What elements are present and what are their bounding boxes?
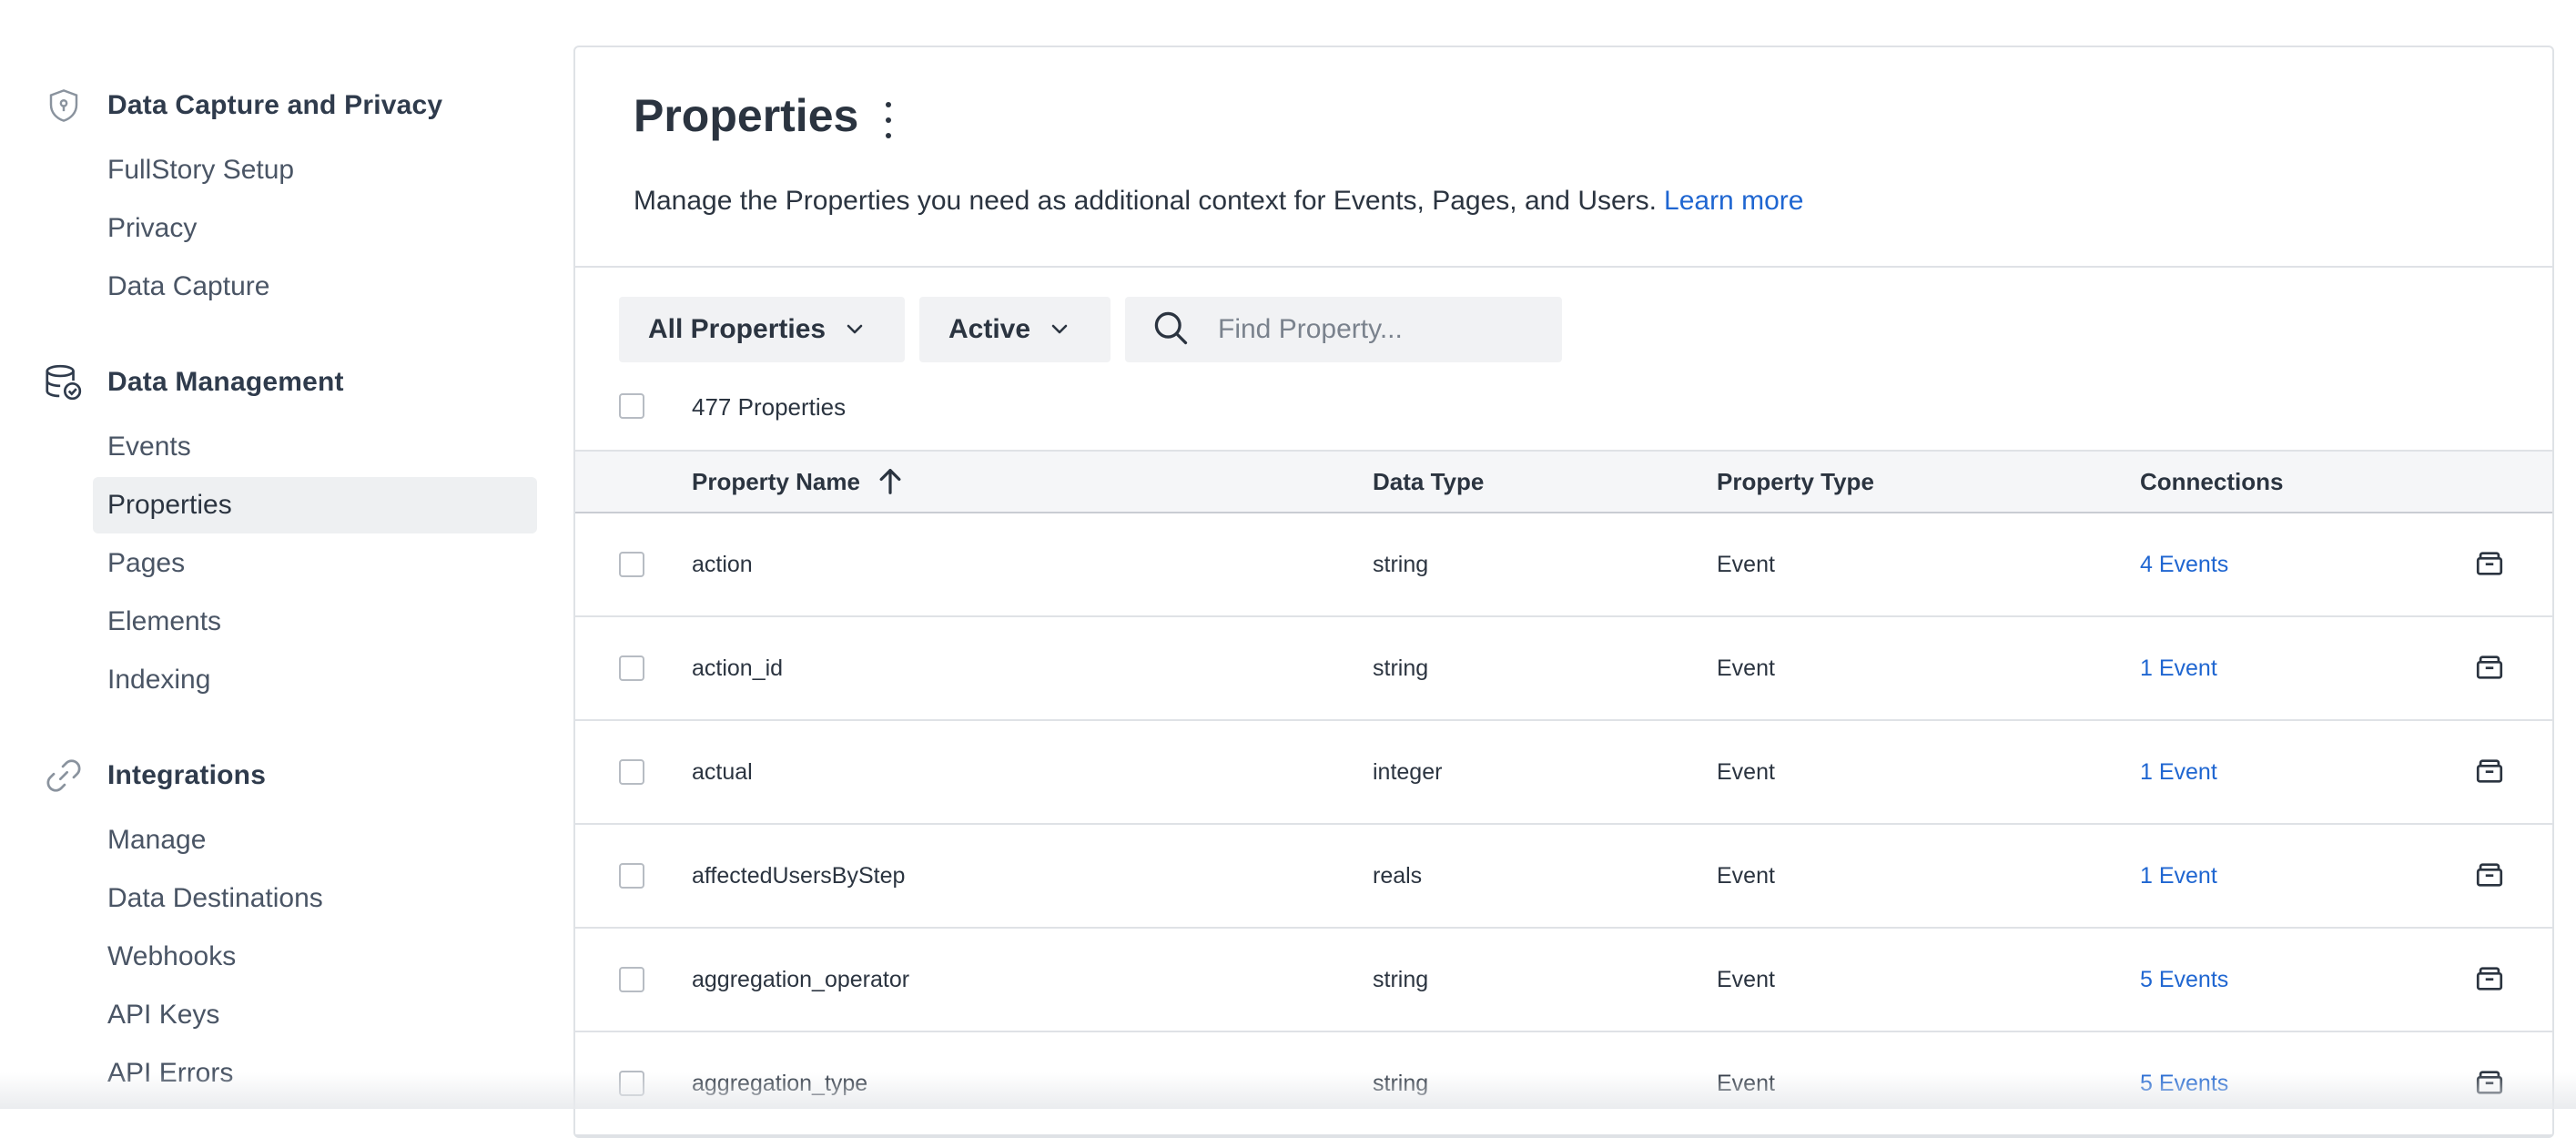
sidebar-item-webhooks[interactable]: Webhooks <box>93 929 537 985</box>
connections-link[interactable]: 1 Event <box>2140 825 2217 927</box>
connections-link[interactable]: 4 Events <box>2140 513 2228 615</box>
status-dropdown[interactable]: Active <box>919 297 1111 362</box>
row-checkbox[interactable] <box>619 1071 644 1096</box>
archive-icon[interactable] <box>2474 652 2505 683</box>
properties-panel: Properties Manage the Properties you nee… <box>573 46 2554 1138</box>
sidebar-item-privacy[interactable]: Privacy <box>93 200 537 257</box>
column-header-connections[interactable]: Connections <box>2140 452 2283 512</box>
page-title: Properties <box>634 90 859 141</box>
sidebar-item-elements[interactable]: Elements <box>93 594 537 650</box>
data-type: string <box>1373 966 1429 992</box>
data-type: reals <box>1373 862 1423 889</box>
table-row[interactable]: aggregation_type string Event 5 Events <box>575 1032 2552 1136</box>
property-type: Event <box>1717 655 1775 681</box>
row-checkbox[interactable] <box>619 655 644 681</box>
sidebar-item-fullstory-setup[interactable]: FullStory Setup <box>93 142 537 198</box>
archive-icon[interactable] <box>2474 859 2505 890</box>
connections-link[interactable]: 5 Events <box>2140 929 2228 1031</box>
settings-sidebar: Data Capture and Privacy FullStory Setup… <box>0 0 546 1109</box>
column-label: Property Name <box>692 467 860 495</box>
section-data-capture-privacy: Data Capture and Privacy <box>42 84 442 127</box>
connections-link[interactable]: 5 Events <box>2140 1032 2228 1134</box>
sidebar-item-events[interactable]: Events <box>93 419 537 475</box>
property-name: aggregation_operator <box>692 966 910 992</box>
property-type: Event <box>1717 551 1775 577</box>
column-header-property-type[interactable]: Property Type <box>1717 452 1874 512</box>
link-icon <box>42 754 86 798</box>
table-row[interactable]: action_id string Event 1 Event <box>575 617 2552 721</box>
property-count: 477 Properties <box>692 393 847 421</box>
section-title: Data Management <box>107 367 344 397</box>
more-options-icon[interactable] <box>876 102 901 138</box>
sidebar-item-properties[interactable]: Properties <box>93 477 537 533</box>
select-all-checkbox[interactable] <box>619 393 644 419</box>
sidebar-item-pages[interactable]: Pages <box>93 535 537 592</box>
connections-link[interactable]: 1 Event <box>2140 617 2217 719</box>
sort-ascending-icon[interactable] <box>877 467 904 496</box>
sidebar-item-api-errors[interactable]: API Errors <box>93 1045 537 1102</box>
property-name: actual <box>692 758 753 785</box>
table-row[interactable]: action string Event 4 Events <box>575 513 2552 617</box>
section-integrations: Integrations <box>42 754 266 798</box>
row-checkbox[interactable] <box>619 967 644 992</box>
column-header-property-name[interactable]: Property Name <box>692 452 904 512</box>
connections-link[interactable]: 1 Event <box>2140 721 2217 823</box>
sidebar-item-indexing[interactable]: Indexing <box>93 652 537 708</box>
property-type: Event <box>1717 758 1775 785</box>
table-row[interactable]: actual integer Event 1 Event <box>575 721 2552 825</box>
section-title: Data Capture and Privacy <box>107 90 443 120</box>
search-icon <box>1151 308 1191 352</box>
divider <box>575 266 2552 268</box>
archive-icon[interactable] <box>2474 1067 2505 1098</box>
data-type: string <box>1373 655 1429 681</box>
table-header: Property Name Data Type Property Type Co… <box>575 450 2552 513</box>
shield-icon <box>42 84 86 127</box>
page-description: Manage the Properties you need as additi… <box>634 186 1803 217</box>
property-type: Event <box>1717 1070 1775 1096</box>
archive-icon[interactable] <box>2474 963 2505 994</box>
sidebar-item-api-keys[interactable]: API Keys <box>93 987 537 1043</box>
column-header-data-type[interactable]: Data Type <box>1373 452 1484 512</box>
archive-icon[interactable] <box>2474 756 2505 787</box>
property-type: Event <box>1717 862 1775 889</box>
data-type: string <box>1373 551 1429 577</box>
section-data-management: Data Management <box>42 361 344 404</box>
search-input[interactable] <box>1216 313 1547 346</box>
archive-icon[interactable] <box>2474 548 2505 579</box>
sidebar-item-manage[interactable]: Manage <box>93 812 537 869</box>
data-type: string <box>1373 1070 1429 1096</box>
property-type: Event <box>1717 966 1775 992</box>
database-check-icon <box>42 361 86 404</box>
dropdown-value: Active <box>948 314 1031 344</box>
all-properties-dropdown[interactable]: All Properties <box>619 297 905 362</box>
chevron-down-icon <box>846 323 864 336</box>
row-checkbox[interactable] <box>619 552 644 577</box>
sidebar-item-data-destinations[interactable]: Data Destinations <box>93 870 537 927</box>
chevron-down-icon <box>1050 323 1069 336</box>
row-checkbox[interactable] <box>619 863 644 889</box>
property-name: affectedUsersByStep <box>692 862 906 889</box>
dropdown-value: All Properties <box>648 314 827 344</box>
data-type: integer <box>1373 758 1443 785</box>
property-name: action <box>692 551 753 577</box>
table-row[interactable]: affectedUsersByStep reals Event 1 Event <box>575 825 2552 929</box>
property-search <box>1125 297 1562 362</box>
property-name: action_id <box>692 655 784 681</box>
description-text: Manage the Properties you need as additi… <box>634 186 1658 216</box>
table-row[interactable]: aggregation_operator string Event 5 Even… <box>575 929 2552 1032</box>
learn-more-link[interactable]: Learn more <box>1664 186 1803 216</box>
property-name: aggregation_type <box>692 1070 868 1096</box>
row-checkbox[interactable] <box>619 759 644 785</box>
section-title: Integrations <box>107 760 267 790</box>
sidebar-item-data-capture[interactable]: Data Capture <box>93 259 537 315</box>
